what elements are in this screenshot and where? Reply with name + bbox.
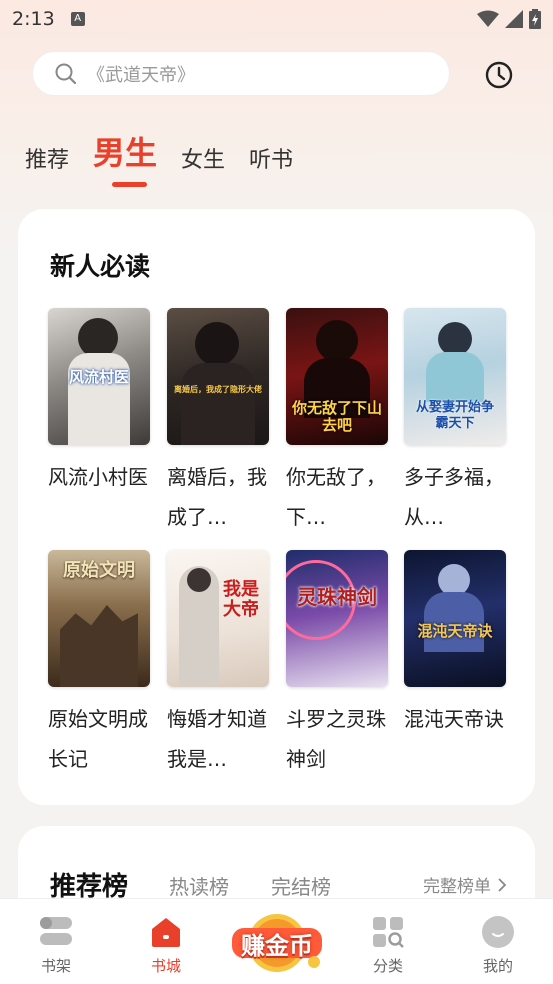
notification-icon: A [70,12,85,26]
tab-female[interactable]: 女生 [181,142,225,174]
book-title: 斗罗之灵珠神剑 [286,707,386,771]
book-title: 风流小村医 [48,465,148,489]
tab-completed[interactable]: 完结榜 [271,871,331,900]
cover-title: 从娶妻开始争霸天下 [415,400,494,431]
book-item[interactable]: 离婚后，我成了隐形大佬 离婚后，我成了… [167,308,269,537]
history-clock-icon[interactable] [484,60,514,90]
book-item[interactable]: 你无敌了下山去吧 你无敌了，下… [286,308,388,537]
search-placeholder: 《武道天帝》 [87,64,195,86]
tab-recommend[interactable]: 推荐 [25,142,69,174]
section-title: 新人必读 [50,252,151,281]
book-item[interactable]: 我是大帝 悔婚才知道我是… [167,550,269,779]
book-title: 你无敌了，下… [286,465,386,529]
category-icon [373,917,404,948]
book-cover[interactable]: 我是大帝 [167,550,269,687]
book-cover[interactable]: 离婚后，我成了隐形大佬 [167,308,269,445]
full-ranking-link[interactable]: 完整榜单 [423,872,507,897]
cover-title: 混沌天帝诀 [417,622,493,640]
status-bar: 2:13 A [0,0,553,38]
tab-audiobook[interactable]: 听书 [249,142,293,174]
book-cover[interactable]: 从娶妻开始争霸天下 [404,308,506,445]
book-cover[interactable]: 你无敌了下山去吧 [286,308,388,445]
book-item[interactable]: 从娶妻开始争霸天下 多子多福，从… [404,308,506,537]
book-cover[interactable]: 原始文明 [48,550,150,687]
signal-icon [505,10,523,28]
book-item[interactable]: 灵珠神剑 斗罗之灵珠神剑 [286,550,388,779]
book-title: 混沌天帝诀 [404,707,504,731]
category-tabs: 推荐 男生 女生 听书 [25,128,317,174]
bookshelf-icon [40,917,72,945]
active-tab-indicator [112,182,147,187]
book-title: 多子多福，从… [404,465,504,529]
wifi-icon [477,10,499,27]
search-icon [55,63,77,84]
nav-mine-label: 我的 [482,957,513,975]
earn-coins-button[interactable]: 赚金币 [230,912,324,974]
cover-title: 原始文明 [63,560,135,581]
book-item[interactable]: 混沌天帝诀 混沌天帝诀 [404,550,506,739]
cover-title: 灵珠神剑 [297,585,377,609]
bookstore-icon [152,918,180,947]
cover-title: 离婚后，我成了隐形大佬 [174,384,262,394]
new-reader-section: 新人必读 风流村医 风流小村医 离婚后，我成了隐形大佬 离婚后，我成了… 你无敌… [18,209,535,805]
nav-category-label: 分类 [372,957,403,975]
status-time: 2:13 [12,8,55,30]
book-cover[interactable]: 灵珠神剑 [286,550,388,687]
cover-title: 你无敌了下山去吧 [292,399,383,434]
book-title: 离婚后，我成了… [167,465,267,529]
full-ranking-label: 完整榜单 [423,877,491,897]
cover-title: 风流村医 [68,368,129,386]
book-title: 原始文明成长记 [48,707,148,771]
book-title: 悔婚才知道我是… [167,707,267,771]
book-item[interactable]: 原始文明 原始文明成长记 [48,550,150,779]
battery-icon [529,9,541,29]
nav-bookshelf-label: 书架 [40,957,71,975]
tab-male[interactable]: 男生 [93,128,157,174]
book-cover[interactable]: 混沌天帝诀 [404,550,506,687]
nav-bookstore-label: 书城 [150,957,181,975]
book-item[interactable]: 风流村医 风流小村医 [48,308,150,497]
earn-coins-label: 赚金币 [241,932,313,960]
search-input[interactable]: 《武道天帝》 [32,51,450,96]
book-cover[interactable]: 风流村医 [48,308,150,445]
cover-title: 我是大帝 [223,579,259,620]
profile-icon [482,916,514,948]
tab-hot-reads[interactable]: 热读榜 [169,871,229,900]
chevron-right-icon [498,877,507,892]
